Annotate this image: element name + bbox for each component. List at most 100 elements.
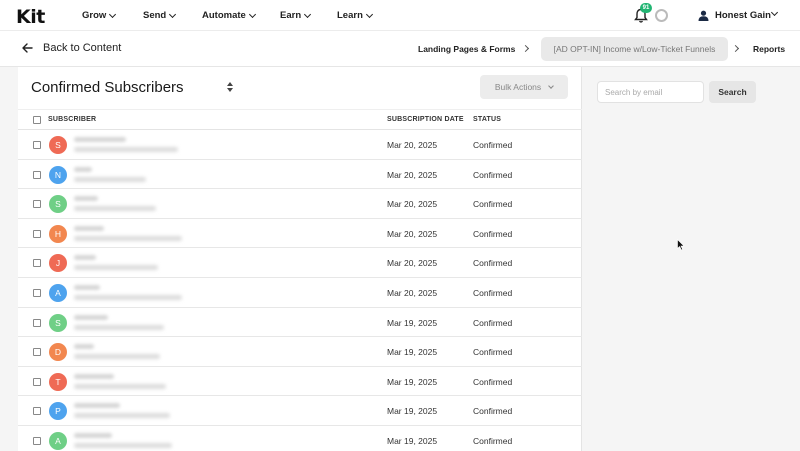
subscriber-name-redacted — [74, 225, 104, 231]
row-checkbox[interactable] — [33, 259, 41, 268]
table-row[interactable]: A Mar 20, 2025 Confirmed — [18, 278, 582, 308]
user-name[interactable]: Honest Gain — [715, 10, 771, 21]
column-status[interactable]: STATUS — [473, 116, 501, 123]
subscriber-name-redacted — [74, 255, 96, 261]
column-subscription-date[interactable]: SUBSCRIPTION DATE — [387, 116, 464, 123]
subscriber-email-redacted — [74, 383, 166, 389]
status-text: Confirmed — [473, 140, 513, 150]
crumb-landing-pages[interactable]: Landing Pages & Forms — [418, 44, 515, 54]
table-row[interactable]: T Mar 19, 2025 Confirmed — [18, 367, 582, 397]
subscriber-email-redacted — [74, 413, 170, 419]
nav-learn[interactable]: Learn — [337, 10, 373, 21]
crumb-reports[interactable]: Reports — [753, 44, 785, 54]
row-checkbox[interactable] — [33, 229, 41, 238]
subscriber-name-redacted — [74, 373, 114, 379]
back-label: Back to Content — [43, 42, 122, 54]
nav-earn[interactable]: Earn — [280, 10, 312, 21]
subscription-date: Mar 20, 2025 — [387, 228, 438, 239]
column-subscriber[interactable]: SUBSCRIBER — [48, 116, 96, 123]
table-row[interactable]: A Mar 19, 2025 Confirmed — [18, 426, 582, 451]
status-text: Confirmed — [473, 288, 513, 298]
bulk-actions-button[interactable]: Bulk Actions — [480, 75, 568, 99]
row-checkbox[interactable] — [33, 348, 41, 357]
subscription-date: Mar 20, 2025 — [387, 140, 438, 150]
subscriber-name-redacted — [74, 344, 94, 350]
subscriber-email-redacted — [74, 354, 160, 360]
subscriber-email-redacted — [74, 176, 146, 182]
search-email-input[interactable] — [597, 81, 704, 103]
avatar: D — [49, 343, 67, 362]
status-text: Confirmed — [473, 199, 513, 210]
subscriber-name-redacted — [74, 285, 100, 290]
row-checkbox[interactable] — [33, 437, 41, 445]
row-checkbox[interactable] — [33, 318, 41, 327]
subscribers-panel: Confirmed Subscribers Bulk Actions SUBSC… — [18, 67, 582, 451]
subscription-date: Mar 20, 2025 — [387, 258, 438, 269]
subscription-date: Mar 20, 2025 — [387, 169, 438, 180]
mouse-pointer-icon — [677, 239, 685, 251]
nav-earn-label: Earn — [280, 10, 302, 21]
nav-grow-label: Grow — [82, 10, 107, 21]
chevron-down-icon — [248, 10, 256, 18]
status-text: Confirmed — [473, 436, 513, 446]
avatar: T — [49, 372, 67, 391]
subscriber-email-redacted — [74, 324, 164, 330]
subscriber-email-redacted — [74, 443, 172, 448]
chevron-down-icon — [304, 10, 312, 18]
nav-automate[interactable]: Automate — [202, 10, 256, 21]
sort-icon[interactable] — [226, 82, 234, 94]
subscriber-name-redacted — [74, 196, 98, 202]
table-row[interactable]: H Mar 20, 2025 Confirmed — [18, 219, 582, 249]
select-all-checkbox[interactable] — [33, 116, 41, 124]
chevron-down-icon — [548, 82, 554, 89]
avatar: S — [49, 136, 67, 154]
row-checkbox[interactable] — [33, 141, 41, 149]
status-text: Confirmed — [473, 406, 513, 417]
back-to-content-link[interactable]: Back to Content — [22, 42, 121, 54]
table-row[interactable]: D Mar 19, 2025 Confirmed — [18, 337, 582, 367]
row-checkbox[interactable] — [33, 407, 41, 416]
nav-grow[interactable]: Grow — [82, 10, 117, 21]
status-text: Confirmed — [473, 347, 513, 358]
search-button[interactable]: Search — [709, 81, 756, 103]
row-checkbox[interactable] — [33, 200, 41, 209]
subscriber-email-redacted — [74, 265, 158, 271]
subscriber-name-redacted — [74, 314, 108, 320]
subscriber-name-redacted — [74, 433, 112, 438]
top-navigation: Kit Grow Send Automate Earn Learn 91 Hon… — [0, 0, 800, 31]
nav-send-label: Send — [143, 10, 167, 21]
status-text: Confirmed — [473, 258, 513, 269]
avatar: A — [49, 284, 67, 302]
nav-send[interactable]: Send — [143, 10, 177, 21]
subscriber-name-redacted — [74, 166, 92, 172]
row-checkbox[interactable] — [33, 377, 41, 386]
status-text: Confirmed — [473, 169, 513, 180]
table-row[interactable]: J Mar 20, 2025 Confirmed — [18, 248, 582, 278]
crumb-current-form[interactable]: [AD OPT-IN] Income w/Low-Ticket Funnels — [541, 37, 728, 61]
kit-logo[interactable]: Kit — [16, 6, 45, 28]
table-row[interactable]: S Mar 19, 2025 Confirmed — [18, 308, 582, 338]
chevron-down-icon[interactable] — [770, 8, 779, 17]
avatar: J — [49, 254, 67, 273]
row-checkbox[interactable] — [33, 170, 41, 179]
breadcrumb: Back to Content Landing Pages & Forms [A… — [0, 31, 800, 67]
table-row[interactable]: S Mar 20, 2025 Confirmed — [18, 130, 582, 160]
status-text: Confirmed — [473, 228, 513, 239]
table-row[interactable]: N Mar 20, 2025 Confirmed — [18, 160, 582, 190]
chevron-right-icon — [521, 44, 530, 53]
avatar: S — [49, 313, 67, 332]
table-row[interactable]: S Mar 20, 2025 Confirmed — [18, 189, 582, 219]
subscription-date: Mar 20, 2025 — [387, 288, 438, 298]
subscriber-email-redacted — [74, 235, 182, 241]
subscription-date: Mar 19, 2025 — [387, 376, 438, 387]
subscription-date: Mar 19, 2025 — [387, 436, 438, 446]
chevron-down-icon — [169, 10, 177, 18]
notification-badge: 91 — [640, 3, 652, 13]
subscriber-email-redacted — [74, 206, 156, 212]
chevron-right-icon — [731, 44, 740, 53]
avatar: N — [49, 165, 67, 184]
user-icon[interactable] — [698, 10, 709, 21]
row-checkbox[interactable] — [33, 289, 41, 297]
table-row[interactable]: P Mar 19, 2025 Confirmed — [18, 396, 582, 426]
nav-learn-label: Learn — [337, 10, 363, 21]
